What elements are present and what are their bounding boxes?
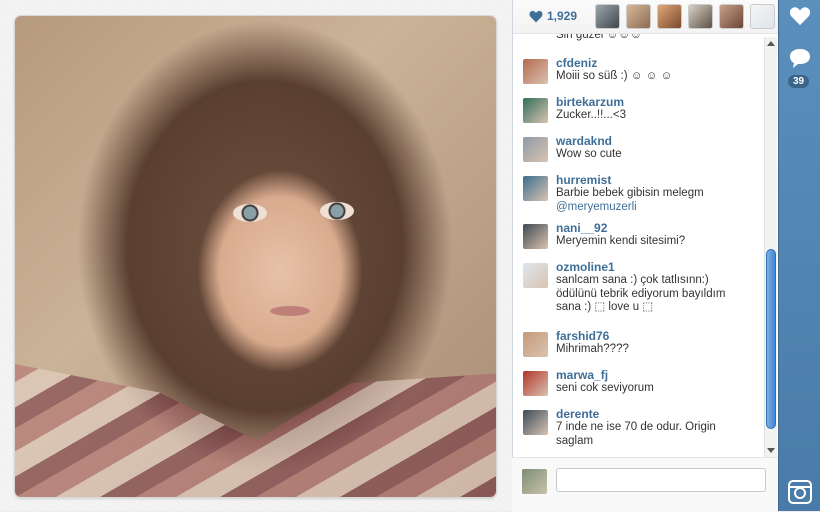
photo-area — [0, 0, 512, 511]
heart-icon — [789, 7, 811, 26]
comment-item: ozmoline1 sanlcam sana :) çok tatlısınn:)… — [513, 260, 765, 315]
comment-item: wardakndWow so cute1h — [513, 134, 765, 162]
liker-avatar[interactable] — [657, 4, 682, 29]
comment-item: hurremist Barbie bebek gibisin melegm @mer… — [513, 173, 765, 214]
comment-mention[interactable]: @meryemuzerli — [556, 201, 752, 215]
comment-username[interactable]: farshid76 — [556, 329, 765, 343]
comment-avatar[interactable] — [523, 332, 548, 357]
comment-button[interactable] — [786, 44, 814, 72]
comment-text: seni cok seviyorum — [556, 382, 654, 394]
comment-text: Sin güzel ☺☺☺ — [556, 34, 642, 41]
comment-avatar[interactable] — [523, 176, 548, 201]
comment-username[interactable]: hurremist — [556, 173, 765, 187]
comment-item: derente 7 inde ne ise 70 de odur. Origin … — [513, 407, 765, 448]
photo-eye-right — [320, 202, 354, 220]
comment-text: sanlcam sana :) çok tatlısınn:) ödülünü … — [556, 274, 726, 313]
comment-text: Mihrimah???? — [556, 343, 629, 355]
comment-item: marwa_fjseni cok seviyorum2g — [513, 368, 765, 396]
comment-input[interactable] — [556, 468, 766, 492]
comment-avatar[interactable] — [523, 98, 548, 123]
comments-panel: 1,929 Sin güzel ☺☺☺ cfdeniz Moiii so süß :… — [512, 0, 779, 511]
comment-item: Sin güzel ☺☺☺ — [513, 34, 765, 43]
comment-item: nani__92Meryemin kendi sitesimi?7g — [513, 221, 765, 249]
comment-avatar[interactable] — [523, 224, 548, 249]
photo-blanket — [15, 364, 496, 497]
photo-mouth — [270, 306, 310, 316]
my-avatar — [522, 469, 547, 494]
comment-list: Sin güzel ☺☺☺ cfdeniz Moiii so süß :) ☺ ☺ … — [513, 34, 765, 458]
heart-icon — [529, 10, 543, 22]
scroll-thumb[interactable] — [766, 249, 776, 429]
like-button[interactable] — [786, 2, 814, 30]
comment-item: cfdenizMoiii so süß :) ☺ ☺ ☺1h — [513, 56, 765, 84]
comment-text: Wow so cute — [556, 148, 622, 160]
comment-username[interactable]: nani__92 — [556, 221, 765, 235]
comment-text: 7 inde ne ise 70 de odur. Origin saglam — [556, 421, 716, 447]
comment-username[interactable]: marwa_fj — [556, 368, 765, 382]
liker-avatar[interactable] — [750, 4, 775, 29]
likes-bar: 1,929 — [513, 0, 779, 34]
like-count-button[interactable]: 1,929 — [529, 9, 577, 23]
comment-avatar[interactable] — [523, 263, 548, 288]
comment-username[interactable]: ozmoline1 — [556, 260, 765, 274]
like-count: 1,929 — [547, 9, 578, 23]
liker-avatar[interactable] — [626, 4, 651, 29]
comment-username[interactable]: birtekarzum — [556, 95, 765, 109]
post-photo[interactable] — [15, 16, 496, 497]
comment-item: farshid76Mihrimah????4g — [513, 329, 765, 357]
comment-avatar[interactable] — [523, 59, 548, 84]
scroll-down-arrow[interactable] — [767, 448, 775, 453]
comment-avatar[interactable] — [523, 371, 548, 396]
speech-bubble-icon — [790, 49, 810, 68]
comment-text: Zucker..!!...<3 — [556, 109, 626, 121]
comment-username[interactable]: wardaknd — [556, 134, 765, 148]
comment-text: Meryemin kendi sitesimi? — [556, 235, 686, 247]
camera-icon — [788, 480, 812, 504]
comment-text: Moiii so süß :) ☺ ☺ ☺ — [556, 70, 673, 82]
scroll-up-arrow[interactable] — [767, 41, 775, 46]
action-rail: 39 — [778, 0, 820, 511]
likers-list — [595, 4, 775, 29]
comment-scrollbar[interactable] — [764, 37, 777, 457]
comment-compose — [512, 457, 778, 512]
comment-avatar[interactable] — [523, 137, 548, 162]
liker-avatar[interactable] — [688, 4, 713, 29]
comment-username[interactable]: derente — [556, 407, 765, 421]
comment-item: birtekarzumZucker..!!...<31h — [513, 95, 765, 123]
photo-eye-left — [233, 204, 267, 222]
instagram-button[interactable] — [786, 478, 814, 506]
comment-username[interactable]: cfdeniz — [556, 56, 765, 70]
liker-avatar[interactable] — [595, 4, 620, 29]
comment-avatar[interactable] — [523, 410, 548, 435]
comment-text: Barbie bebek gibisin melegm — [556, 187, 704, 199]
comment-count-badge: 39 — [788, 75, 810, 88]
liker-avatar[interactable] — [719, 4, 744, 29]
